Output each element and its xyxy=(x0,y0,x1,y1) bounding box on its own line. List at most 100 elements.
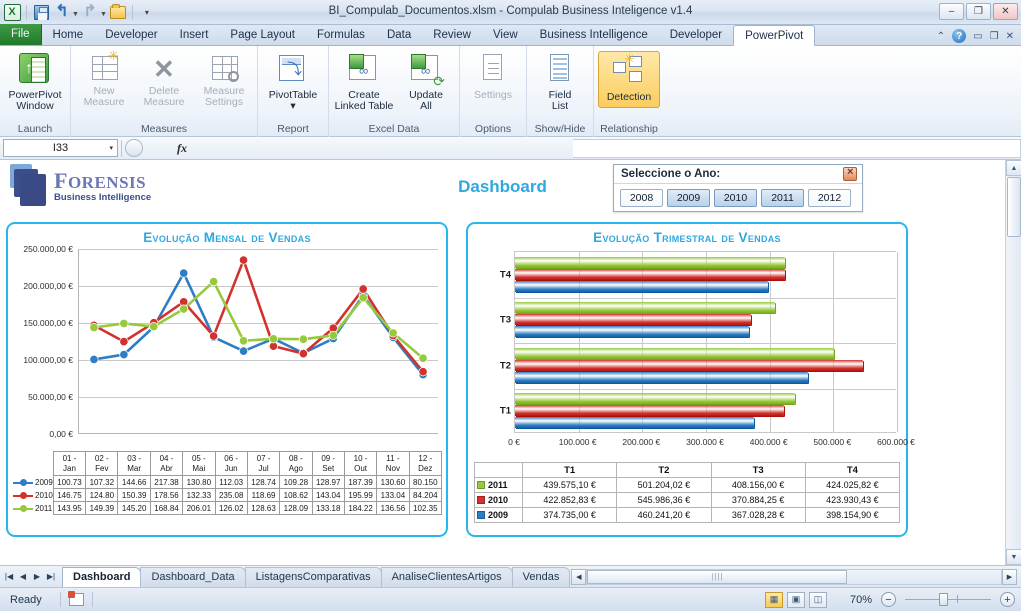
group-label-excel-data: Excel Data xyxy=(368,123,420,135)
scroll-down-button[interactable]: ▼ xyxy=(1006,549,1021,565)
scrollbar-thumb[interactable] xyxy=(1007,177,1021,237)
group-label-show-hide: Show/Hide xyxy=(534,123,586,135)
help-icon[interactable]: ? xyxy=(952,29,967,43)
series-swatch-icon xyxy=(477,496,485,504)
table-row: 2011 143.95 149.39 145.20 168.84 206.01 … xyxy=(12,501,443,515)
line-marker-icon xyxy=(13,504,33,512)
scroll-right-button[interactable]: ▶ xyxy=(1002,568,1017,585)
zoom-slider[interactable] xyxy=(905,593,991,606)
collapse-ribbon-icon[interactable]: ⌃ xyxy=(937,31,945,42)
month-header: 09 - Set xyxy=(311,451,345,476)
cell: 108.62 xyxy=(279,488,313,502)
hscroll-track[interactable]: |||| xyxy=(586,568,1002,585)
tab-data[interactable]: Data xyxy=(376,25,422,45)
cell: 128.63 xyxy=(246,501,281,515)
measure-settings-button[interactable]: Measure Settings xyxy=(195,51,253,109)
sheet-tab-analiseclientesartigos[interactable]: AnaliseClientesArtigos xyxy=(380,566,513,587)
sheet-tab-dashboard-data[interactable]: Dashboard_Data xyxy=(140,566,246,587)
category-label-T3: T3 xyxy=(499,314,511,326)
detection-button[interactable]: ✳ Detection xyxy=(598,51,660,108)
tab-file[interactable]: File xyxy=(0,24,42,45)
table-row: 2009 374.735,00 € 460.241,20 € 367.028,2… xyxy=(474,507,901,523)
month-header: 08 - Ago xyxy=(279,451,313,476)
prev-sheet-button[interactable]: ◀ xyxy=(17,572,29,581)
last-sheet-button[interactable]: ▶| xyxy=(45,572,57,581)
formula-input[interactable] xyxy=(572,138,1021,158)
page-break-view-icon[interactable]: ◫ xyxy=(809,591,827,608)
name-box-dropdown-icon[interactable]: ▾ xyxy=(109,144,113,152)
minimize-workbook-icon[interactable]: ▭ xyxy=(973,31,982,42)
tab-business-intelligence[interactable]: Business Intelligence xyxy=(529,25,659,45)
data-point xyxy=(238,346,249,356)
restore-button[interactable]: ❐ xyxy=(966,3,991,20)
slicer-item-2010[interactable]: 2010 xyxy=(714,189,757,207)
slicer-item-2009[interactable]: 2009 xyxy=(667,189,710,207)
pivottable-button[interactable]: PivotTable ▾ xyxy=(262,51,324,113)
tab-insert[interactable]: Insert xyxy=(169,25,220,45)
zoom-slider-thumb[interactable] xyxy=(939,593,948,606)
next-sheet-button[interactable]: ▶ xyxy=(31,572,43,581)
scroll-left-button[interactable]: ◀ xyxy=(571,568,587,585)
zoom-in-button[interactable]: + xyxy=(1000,592,1015,607)
tab-powerpivot[interactable]: PowerPivot xyxy=(733,25,816,46)
cell: 398.154,90 € xyxy=(804,507,901,523)
hscroll-thumb[interactable]: |||| xyxy=(587,569,848,584)
cell: 206.01 xyxy=(182,501,216,515)
bar-2010-T1 xyxy=(515,405,785,417)
field-list-button[interactable]: Field List xyxy=(531,51,589,113)
category-divider xyxy=(515,343,896,344)
macro-record-icon[interactable] xyxy=(67,591,84,606)
slicer-item-2012[interactable]: 2012 xyxy=(808,189,851,207)
zoom-out-button[interactable]: − xyxy=(881,592,896,607)
ribbon-help-controls: ⌃ ? ▭ ❐ ✕ xyxy=(937,29,1021,45)
tab-formulas[interactable]: Formulas xyxy=(306,25,376,45)
quarterly-bar-chart[interactable]: T1 T2 T3 T4 0 € 100.000 € 200.000 € 300.000 € 4… xyxy=(474,251,915,456)
page-layout-view-icon[interactable]: ▣ xyxy=(787,591,805,608)
gridline xyxy=(897,252,898,432)
vertical-scrollbar[interactable]: ▲ ▼ xyxy=(1005,160,1021,565)
table-row: 2011 439.575,10 € 501.204,02 € 408.156,0… xyxy=(474,477,901,493)
sheet-tab-vendas[interactable]: Vendas xyxy=(511,566,571,587)
ribbon-powerpivot: PowerPivot Window Launch ✳ New Measure ✕ xyxy=(0,46,1021,137)
ribbon-group-report: PivotTable ▾ Report xyxy=(258,46,329,137)
monthly-sales-panel: Evolução Mensal de Vendas 0,00 € 50.000,0… xyxy=(6,222,448,537)
tab-review[interactable]: Review xyxy=(422,25,482,45)
new-measure-button[interactable]: ✳ New Measure xyxy=(75,49,133,109)
data-point xyxy=(179,268,189,278)
update-all-button[interactable]: ⟳ Update All xyxy=(397,51,455,113)
first-sheet-button[interactable]: |◀ xyxy=(3,572,15,581)
monthly-line-chart[interactable]: 0,00 € 50.000,00 € 100.000,00 € 150.000,00 … xyxy=(14,244,440,449)
tab-developer-2[interactable]: Developer xyxy=(659,25,733,45)
scroll-up-button[interactable]: ▲ xyxy=(1006,160,1021,176)
cell: 143.95 xyxy=(52,501,87,515)
cell: 128.09 xyxy=(279,501,313,515)
name-box[interactable]: I33 ▾ xyxy=(3,139,118,157)
slicer-item-2008[interactable]: 2008 xyxy=(620,189,663,207)
sheet-tab-dashboard[interactable]: Dashboard xyxy=(62,566,142,587)
settings-button[interactable]: Settings xyxy=(464,51,522,102)
pivottable-dropdown-icon[interactable]: ▾ xyxy=(290,101,295,112)
sheet-tab-listagenscomparativas[interactable]: ListagensComparativas xyxy=(244,566,382,587)
legend-2009: 2009 xyxy=(474,507,523,523)
powerpivot-window-button[interactable]: PowerPivot Window xyxy=(4,51,66,113)
create-linked-table-button[interactable]: Create Linked Table xyxy=(333,51,395,113)
slicer-item-2011[interactable]: 2011 xyxy=(761,189,804,207)
zoom-slider-tick xyxy=(957,595,958,603)
tab-home[interactable]: Home xyxy=(42,25,95,45)
line-series-2010 xyxy=(93,258,425,373)
line-series-layer xyxy=(89,255,428,380)
minimize-button[interactable]: – xyxy=(939,3,964,20)
close-button[interactable]: ✕ xyxy=(993,3,1018,20)
insert-function-icon[interactable]: fx xyxy=(177,141,187,156)
slicer-items: 2008 2009 2010 2011 2012 xyxy=(614,184,862,207)
horizontal-scrollbar[interactable]: ◀ |||| ▶ xyxy=(571,568,1017,585)
delete-measure-button[interactable]: ✕ Delete Measure xyxy=(135,51,193,109)
tab-developer[interactable]: Developer xyxy=(94,25,168,45)
bar-2011-T3 xyxy=(515,302,775,314)
restore-workbook-icon[interactable]: ❐ xyxy=(990,31,999,42)
normal-view-icon[interactable]: ▦ xyxy=(765,591,783,608)
tab-view[interactable]: View xyxy=(482,25,529,45)
tab-page-layout[interactable]: Page Layout xyxy=(219,25,306,45)
close-workbook-icon[interactable]: ✕ xyxy=(1006,31,1014,42)
clear-filter-icon[interactable] xyxy=(843,166,857,181)
